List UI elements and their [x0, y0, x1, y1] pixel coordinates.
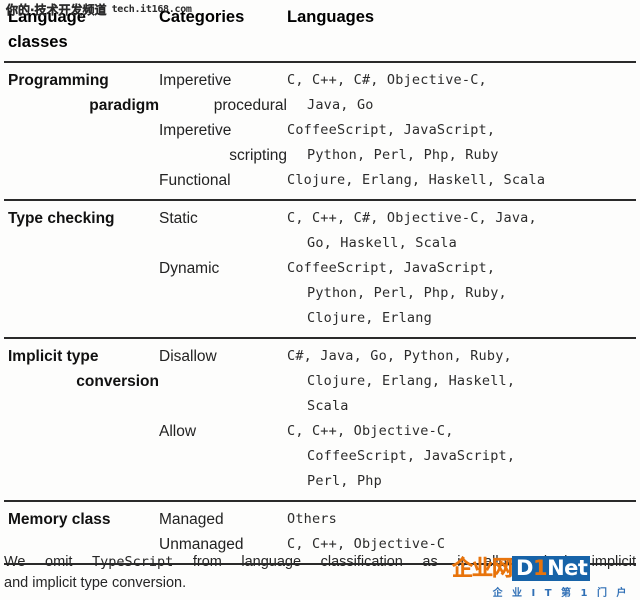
- header-languages: Languages: [287, 5, 636, 30]
- cell-languages: C, C++, C#, Objective-C, Java, Go CoffeeSc…: [287, 68, 636, 193]
- footnote-mono-typescript: TypeScript: [92, 554, 174, 570]
- language-class-line1: Programming: [8, 72, 109, 89]
- languages-line: Python, Perl, Php, Ruby,: [307, 285, 507, 301]
- category-line2: procedural: [213, 97, 287, 114]
- d1net-logo-brand: D 1 Net: [512, 556, 591, 581]
- languages-line: CoffeeScript, JavaScript,: [307, 448, 516, 464]
- languages-line: Perl, Php: [307, 473, 382, 489]
- language-class-line1: Memory class: [8, 511, 111, 528]
- header-languages-label: Languages: [287, 8, 375, 26]
- languages-block: CoffeeScript, JavaScript, Python, Perl, P…: [287, 118, 636, 168]
- languages-line: Clojure, Erlang: [307, 310, 432, 326]
- languages-block: C#, Java, Go, Python, Ruby, Clojure, Erla…: [287, 344, 636, 419]
- languages-line: Java, Go: [307, 97, 374, 113]
- category-block: Managed: [159, 507, 287, 532]
- category-line1: Imperetive: [159, 72, 232, 89]
- category-line1: Disallow: [159, 348, 217, 365]
- cell-languages: Others C, C++, Objective-C: [287, 507, 636, 557]
- language-classification-table: Language classes Categories Languages Pr…: [0, 0, 640, 565]
- category-spacer: [159, 306, 287, 331]
- table-row: Programming paradigm Imperetive procedural I…: [0, 63, 640, 199]
- languages-block: Clojure, Erlang, Haskell, Scala: [287, 168, 636, 193]
- d1net-logo-cn-text: 企业网: [452, 556, 513, 580]
- table-row: Type checking Static Dynamic C, C++, C#, Ob…: [0, 201, 640, 337]
- languages-line: Clojure, Erlang, Haskell,: [307, 373, 516, 389]
- category-block: Imperetive scripting: [159, 118, 287, 168]
- category-line1: Imperetive: [159, 122, 232, 139]
- category-line2: scripting: [229, 147, 287, 164]
- cell-categories: Imperetive procedural Imperetive scripting F…: [159, 68, 287, 193]
- cell-categories: Static Dynamic: [159, 206, 287, 331]
- category-block: Imperetive procedural: [159, 68, 287, 118]
- category-line1: Allow: [159, 423, 197, 440]
- languages-block: C, C++, Objective-C, CoffeeScript, JavaSc…: [287, 419, 636, 494]
- table-body: Programming paradigm Imperetive procedural I…: [0, 63, 640, 565]
- category-line1: Functional: [159, 172, 231, 189]
- category-spacer: [159, 231, 287, 256]
- languages-line: C#, Java, Go, Python, Ruby,: [287, 348, 512, 364]
- category-spacer: [159, 281, 287, 306]
- languages-block: CoffeeScript, JavaScript, Python, Perl, P…: [287, 256, 636, 331]
- d1net-logo-main: 企业网 D 1 Net: [452, 556, 640, 581]
- cell-languages: C, C++, C#, Objective-C, Java, Go, Haskel…: [287, 206, 636, 331]
- watermark-it168: 你的·技术开发频道 tech.it168.com: [6, 4, 192, 16]
- d1net-brand-net: Net: [547, 556, 588, 580]
- language-class-line2: conversion: [76, 373, 159, 390]
- cell-language-class: Memory class: [4, 507, 159, 532]
- languages-block: C, C++, C#, Objective-C, Java, Go: [287, 68, 636, 118]
- language-class-line1: Implicit type: [8, 348, 99, 365]
- languages-block: Others: [287, 507, 636, 532]
- language-class-line1: Type checking: [8, 210, 115, 227]
- category-spacer: [159, 394, 287, 419]
- table-row: Implicit type conversion Disallow Allow C#, …: [0, 339, 640, 500]
- d1net-brand-d: D: [516, 556, 533, 580]
- cell-language-class: Type checking: [4, 206, 159, 231]
- languages-line: Others: [287, 511, 337, 527]
- category-line1: Static: [159, 210, 198, 227]
- watermark-url-text: tech.it168.com: [111, 4, 192, 15]
- languages-line: Scala: [307, 398, 349, 414]
- languages-line: C, C++, Objective-C,: [287, 423, 454, 439]
- languages-line: Python, Perl, Php, Ruby: [307, 147, 499, 163]
- cell-categories: Managed Unmanaged: [159, 507, 287, 557]
- languages-block: C, C++, C#, Objective-C, Java, Go, Haskel…: [287, 206, 636, 256]
- cell-languages: C#, Java, Go, Python, Ruby, Clojure, Erla…: [287, 344, 636, 494]
- table-figure-page: 你的·技术开发频道 tech.it168.com Language classe…: [0, 0, 640, 600]
- category-block: Functional: [159, 168, 287, 193]
- watermark-d1net-logo: 企业网 D 1 Net 企 业 I T 第 1 门 户: [452, 556, 640, 599]
- watermark-channel-text: 你的·技术开发频道: [6, 3, 107, 17]
- languages-line: C, C++, C#, Objective-C,: [287, 72, 487, 88]
- cell-language-class: Implicit type conversion: [4, 344, 159, 394]
- category-spacer: [159, 369, 287, 394]
- language-class-line2: paradigm: [89, 97, 159, 114]
- category-spacer: [159, 469, 287, 494]
- category-block: Allow: [159, 419, 287, 444]
- languages-line: C, C++, C#, Objective-C, Java,: [287, 210, 537, 226]
- d1net-logo-tagline: 企 业 I T 第 1 门 户: [492, 588, 630, 599]
- languages-line: Clojure, Erlang, Haskell, Scala: [287, 172, 546, 188]
- languages-line: CoffeeScript, JavaScript,: [287, 260, 496, 276]
- category-block: Dynamic: [159, 256, 287, 281]
- languages-line: CoffeeScript, JavaScript,: [287, 122, 496, 138]
- languages-line: Go, Haskell, Scala: [307, 235, 457, 251]
- d1net-brand-one: 1: [532, 556, 548, 580]
- category-line1: Managed: [159, 511, 224, 528]
- category-block: Static: [159, 206, 287, 231]
- category-line1: Dynamic: [159, 260, 220, 277]
- header-language-classes-line2: classes: [8, 33, 68, 51]
- cell-language-class: Programming paradigm: [4, 68, 159, 118]
- cell-categories: Disallow Allow: [159, 344, 287, 494]
- category-block: Disallow: [159, 344, 287, 369]
- footnote-part1: We omit: [4, 554, 92, 570]
- category-spacer: [159, 444, 287, 469]
